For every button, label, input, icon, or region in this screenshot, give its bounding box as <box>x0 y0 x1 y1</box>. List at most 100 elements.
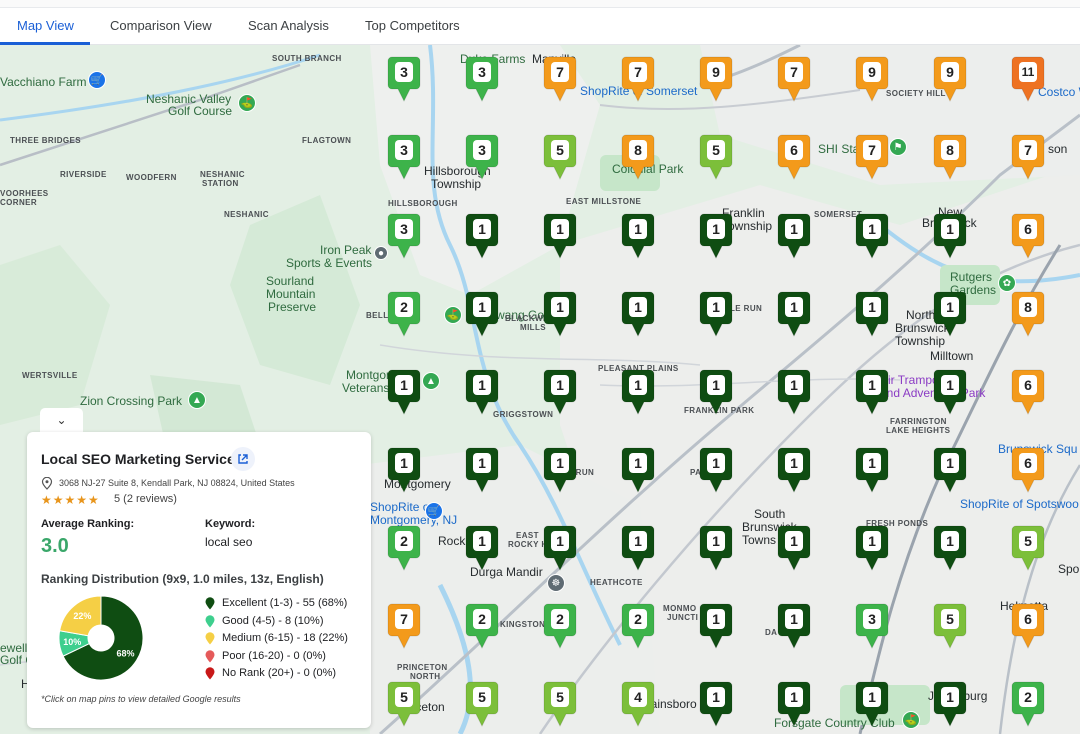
ranking-pin[interactable]: 1 <box>621 369 655 415</box>
park-icon[interactable]: ▲ <box>188 391 206 409</box>
ranking-pin[interactable]: 6 <box>1011 603 1045 649</box>
golf-icon[interactable]: ⛳ <box>444 306 462 324</box>
shopping-cart-icon[interactable]: 🛒 <box>425 502 443 520</box>
ranking-pin[interactable]: 1 <box>465 291 499 337</box>
ranking-pin[interactable]: 1 <box>777 291 811 337</box>
ranking-pin[interactable]: 1 <box>855 447 889 493</box>
ranking-pin[interactable]: 8 <box>1011 291 1045 337</box>
garden-icon[interactable]: ✿ <box>998 274 1016 292</box>
stadium-icon[interactable]: ● <box>374 246 388 260</box>
ranking-pin[interactable]: 1 <box>387 447 421 493</box>
ranking-pin[interactable]: 2 <box>387 291 421 337</box>
ranking-pin[interactable]: 7 <box>1011 134 1045 180</box>
ranking-pin[interactable]: 5 <box>933 603 967 649</box>
ranking-pin[interactable]: 1 <box>777 213 811 259</box>
tab-map-view[interactable]: Map View <box>17 18 74 33</box>
ranking-pin[interactable]: 1 <box>933 525 967 571</box>
ranking-pin[interactable]: 1 <box>699 681 733 727</box>
ranking-pin[interactable]: 6 <box>1011 213 1045 259</box>
ranking-pin[interactable]: 3 <box>855 603 889 649</box>
ranking-pin[interactable]: 11 <box>1011 56 1045 102</box>
ranking-pin[interactable]: 2 <box>543 603 577 649</box>
ranking-pin[interactable]: 1 <box>933 447 967 493</box>
ranking-pin[interactable]: 1 <box>933 291 967 337</box>
tab-comparison-view[interactable]: Comparison View <box>110 18 212 33</box>
ranking-pin-value: 1 <box>707 531 725 551</box>
shopping-cart-icon[interactable]: 🛒 <box>88 71 106 89</box>
golf-icon[interactable]: ⛳ <box>238 94 256 112</box>
ranking-pin[interactable]: 3 <box>387 56 421 102</box>
golf-icon[interactable]: ⛳ <box>902 711 920 729</box>
ranking-pin[interactable]: 7 <box>855 134 889 180</box>
ranking-pin[interactable]: 3 <box>465 134 499 180</box>
ranking-pin[interactable]: 1 <box>855 369 889 415</box>
ranking-pin[interactable]: 2 <box>1011 681 1045 727</box>
ranking-pin[interactable]: 1 <box>543 213 577 259</box>
ranking-pin[interactable]: 6 <box>777 134 811 180</box>
ranking-pin[interactable]: 1 <box>465 213 499 259</box>
ranking-pin[interactable]: 5 <box>543 134 577 180</box>
ranking-pin[interactable]: 1 <box>465 369 499 415</box>
ranking-pin[interactable]: 7 <box>777 56 811 102</box>
ranking-pin[interactable]: 1 <box>855 681 889 727</box>
ranking-pin[interactable]: 1 <box>777 447 811 493</box>
tab-scan-analysis[interactable]: Scan Analysis <box>248 18 329 33</box>
ranking-pin[interactable]: 1 <box>699 447 733 493</box>
ranking-pin[interactable]: 1 <box>543 369 577 415</box>
ranking-pin[interactable]: 1 <box>777 603 811 649</box>
ranking-pin[interactable]: 1 <box>777 525 811 571</box>
ranking-pin[interactable]: 5 <box>465 681 499 727</box>
ranking-pin[interactable]: 1 <box>933 213 967 259</box>
ranking-pin[interactable]: 1 <box>855 213 889 259</box>
ranking-pin[interactable]: 3 <box>387 213 421 259</box>
ranking-pin[interactable]: 1 <box>855 525 889 571</box>
ranking-pin[interactable]: 1 <box>621 447 655 493</box>
ranking-pin[interactable]: 9 <box>855 56 889 102</box>
ranking-pin[interactable]: 7 <box>621 56 655 102</box>
ranking-pin[interactable]: 1 <box>699 525 733 571</box>
ranking-pin[interactable]: 1 <box>621 291 655 337</box>
ranking-pin[interactable]: 5 <box>543 681 577 727</box>
ranking-pin[interactable]: 7 <box>543 56 577 102</box>
ranking-pin[interactable]: 1 <box>699 603 733 649</box>
ranking-pin[interactable]: 2 <box>387 525 421 571</box>
ranking-pin[interactable]: 6 <box>1011 447 1045 493</box>
open-external-button[interactable] <box>231 447 255 471</box>
ranking-pin[interactable]: 1 <box>621 213 655 259</box>
ranking-pin[interactable]: 1 <box>855 291 889 337</box>
ranking-pin[interactable]: 1 <box>621 525 655 571</box>
ranking-pin[interactable]: 8 <box>933 134 967 180</box>
ranking-pin-value: 5 <box>1019 531 1037 551</box>
ranking-pin[interactable]: 4 <box>621 681 655 727</box>
ranking-pin[interactable]: 1 <box>465 525 499 571</box>
ranking-pin[interactable]: 9 <box>699 56 733 102</box>
ranking-pin[interactable]: 5 <box>387 681 421 727</box>
temple-icon[interactable]: ☸ <box>547 574 565 592</box>
park-icon[interactable]: ▲ <box>422 372 440 390</box>
ranking-pin[interactable]: 1 <box>699 369 733 415</box>
ranking-pin[interactable]: 1 <box>465 447 499 493</box>
ranking-pin[interactable]: 1 <box>933 681 967 727</box>
ranking-pin[interactable]: 1 <box>543 525 577 571</box>
ranking-pin[interactable]: 1 <box>387 369 421 415</box>
ranking-pin[interactable]: 1 <box>543 291 577 337</box>
ranking-pin[interactable]: 8 <box>621 134 655 180</box>
ranking-pin[interactable]: 6 <box>1011 369 1045 415</box>
ranking-pin[interactable]: 1 <box>699 291 733 337</box>
ranking-pin[interactable]: 3 <box>387 134 421 180</box>
ranking-pin[interactable]: 5 <box>1011 525 1045 571</box>
ranking-pin[interactable]: 9 <box>933 56 967 102</box>
tab-top-competitors[interactable]: Top Competitors <box>365 18 460 33</box>
collapse-card-button[interactable]: ⌄ <box>40 408 83 433</box>
ranking-pin[interactable]: 1 <box>933 369 967 415</box>
ranking-pin[interactable]: 1 <box>777 369 811 415</box>
stadium-icon[interactable]: ⚑ <box>889 138 907 156</box>
ranking-pin[interactable]: 5 <box>699 134 733 180</box>
ranking-pin[interactable]: 2 <box>465 603 499 649</box>
ranking-pin[interactable]: 3 <box>465 56 499 102</box>
ranking-pin[interactable]: 1 <box>543 447 577 493</box>
ranking-pin[interactable]: 2 <box>621 603 655 649</box>
ranking-pin[interactable]: 1 <box>699 213 733 259</box>
ranking-pin[interactable]: 1 <box>777 681 811 727</box>
ranking-pin[interactable]: 7 <box>387 603 421 649</box>
